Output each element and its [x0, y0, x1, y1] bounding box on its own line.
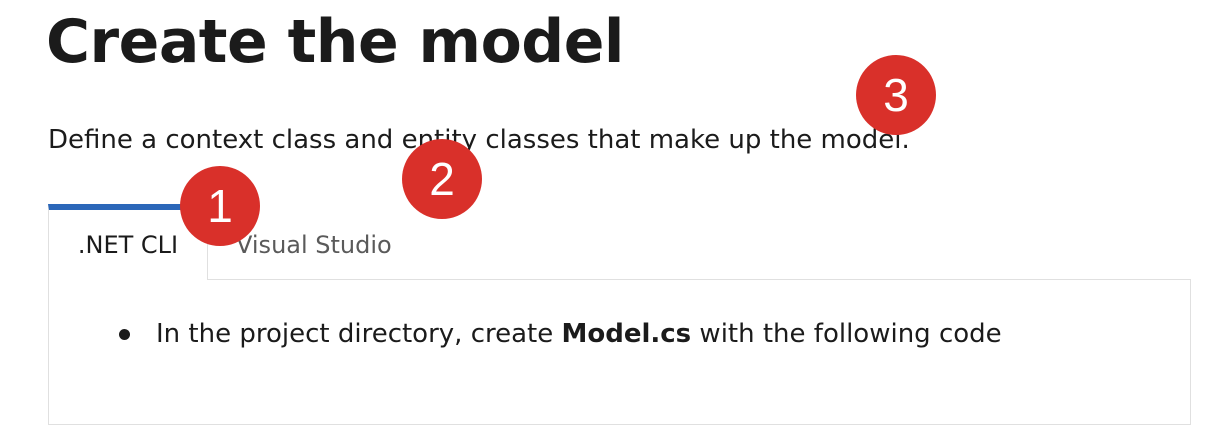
bullet-icon [119, 329, 130, 341]
instruction-list: In the project directory, create Model.c… [113, 318, 1002, 352]
annotation-marker-3: 3 [856, 55, 936, 135]
instruction-suffix: with the following code [691, 319, 1002, 349]
annotation-marker-1: 1 [180, 166, 260, 246]
tab-panel: In the project directory, create Model.c… [48, 279, 1191, 425]
page-title: Create the model [46, 7, 625, 77]
intro-text: Define a context class and entity classe… [48, 125, 910, 155]
instruction-filename: Model.cs [561, 319, 692, 349]
instruction-prefix: In the project directory, create [156, 319, 562, 349]
page: Create the model Define a context class … [0, 0, 1222, 448]
list-item: In the project directory, create Model.c… [113, 318, 1002, 352]
annotation-marker-2: 2 [402, 139, 482, 219]
